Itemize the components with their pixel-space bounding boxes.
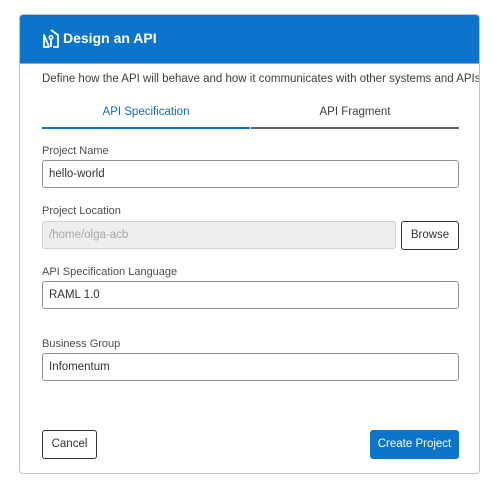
project-location-label: Project Location [42,205,121,217]
cancel-button[interactable]: Cancel [42,430,97,459]
browse-button[interactable]: Browse [401,221,459,250]
design-api-dialog: Design an API Define how the API will be… [19,14,480,474]
create-project-button[interactable]: Create Project [370,430,459,459]
dialog-description: Define how the API will behave and how i… [42,73,480,85]
business-group-label: Business Group [42,338,121,350]
header-divider [20,63,479,64]
spec-language-select[interactable]: RAML 1.0 [42,281,459,309]
spec-language-label: API Specification Language [42,266,178,278]
tab-api-fragment[interactable]: API Fragment [251,103,459,129]
project-location-input: /home/olga-acb [42,221,396,249]
dialog-title: Design an API [63,30,157,46]
api-design-icon [43,29,59,48]
project-name-label: Project Name [42,145,109,157]
project-name-input[interactable]: hello-world [42,160,459,188]
tab-api-specification[interactable]: API Specification [42,103,250,129]
business-group-select[interactable]: Infomentum [42,353,459,381]
dialog-header: Design an API [20,15,479,63]
tab-bar: API Specification API Fragment [42,103,459,129]
